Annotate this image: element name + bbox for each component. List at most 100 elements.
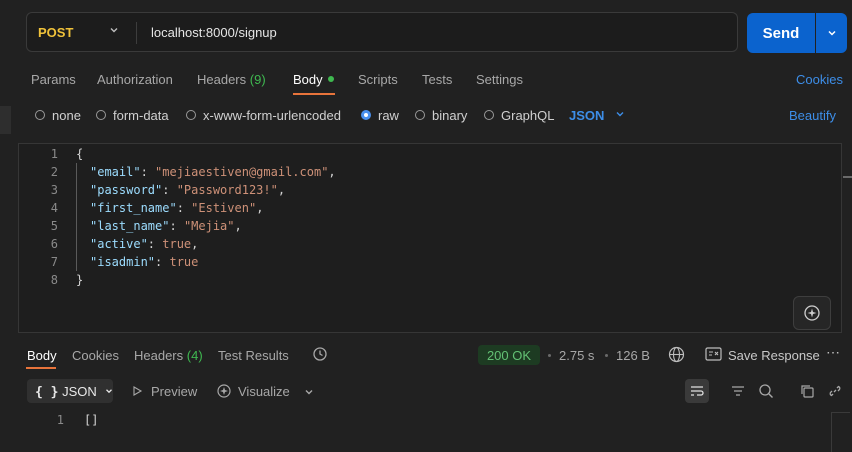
- response-time: 2.75 s: [559, 348, 595, 363]
- response-format-value: JSON: [62, 384, 97, 399]
- indent-guide: [76, 163, 77, 271]
- more-options-icon[interactable]: ⋯: [826, 344, 841, 361]
- json-key: "first_name": [90, 201, 177, 215]
- code-line: "email": "mejiaestiven@gmail.com",: [90, 165, 336, 179]
- visualize-icon[interactable]: [216, 383, 232, 402]
- braces-icon: { }: [35, 385, 59, 400]
- option-raw-label[interactable]: raw: [378, 108, 399, 123]
- search-icon[interactable]: [758, 383, 774, 402]
- tab-headers[interactable]: Headers (9): [197, 72, 266, 87]
- beautify-button[interactable]: Beautify: [789, 108, 836, 123]
- json-string: "Mejia": [183, 219, 235, 233]
- line-number: 8: [50, 273, 58, 287]
- radio-urlencoded[interactable]: [186, 110, 196, 120]
- chevron-down-icon: [106, 389, 113, 394]
- json-boolean: true: [162, 237, 192, 251]
- code-line: }: [76, 273, 83, 287]
- body-indicator-dot: [328, 76, 334, 82]
- separator-dot: [548, 354, 551, 357]
- chevron-down-icon[interactable]: [108, 24, 120, 39]
- tab-body[interactable]: Body: [293, 72, 323, 87]
- chevron-down-icon[interactable]: [614, 108, 626, 123]
- response-size: 126 B: [616, 348, 650, 363]
- json-key: "last_name": [90, 219, 170, 233]
- option-form-data-label[interactable]: form-data: [113, 108, 169, 123]
- response-format-label: { } JSON: [35, 384, 114, 400]
- save-response-button[interactable]: Save Response: [728, 348, 820, 363]
- response-tab-body[interactable]: Body: [27, 348, 57, 363]
- json-boolean: true: [169, 255, 199, 269]
- tab-authorization[interactable]: Authorization: [97, 72, 173, 87]
- link-icon[interactable]: [827, 383, 843, 402]
- tab-tests[interactable]: Tests: [422, 72, 452, 87]
- ai-assist-button[interactable]: [793, 296, 831, 330]
- sparkle-icon: [804, 305, 820, 321]
- radio-binary[interactable]: [415, 110, 425, 120]
- json-string: "Estiven": [191, 201, 257, 215]
- send-options-button[interactable]: [816, 13, 847, 53]
- active-tab-underline: [26, 367, 56, 369]
- response-content: []: [84, 413, 99, 427]
- line-number: 1: [50, 147, 58, 161]
- line-number: 7: [50, 255, 58, 269]
- line-number: 3: [50, 183, 58, 197]
- response-tab-cookies[interactable]: Cookies: [72, 348, 119, 363]
- globe-icon[interactable]: [668, 346, 685, 366]
- tab-headers-label: Headers: [197, 72, 247, 87]
- line-number: 6: [50, 237, 58, 251]
- visualize-button[interactable]: Visualize: [238, 384, 290, 399]
- headers-count: (9): [249, 72, 266, 87]
- code-line: "isadmin": true: [90, 255, 199, 269]
- line-number: 1: [56, 413, 64, 427]
- radio-raw[interactable]: [361, 110, 371, 120]
- radio-graphql[interactable]: [484, 110, 494, 120]
- separator-dot: [605, 354, 608, 357]
- scroll-marker: [843, 176, 852, 178]
- code-line: "first_name": "Estiven",: [90, 201, 264, 215]
- wrap-icon: [691, 386, 704, 396]
- json-key: "isadmin": [90, 255, 156, 269]
- tab-params[interactable]: Params: [31, 72, 76, 87]
- url-input[interactable]: localhost:8000/signup: [151, 25, 277, 40]
- option-graphql-label[interactable]: GraphQL: [501, 108, 554, 123]
- option-urlencoded-label[interactable]: x-www-form-urlencoded: [203, 108, 341, 123]
- json-key: "password": [90, 183, 163, 197]
- status-badge: 200 OK: [478, 345, 540, 365]
- json-key: "email": [90, 165, 141, 179]
- code-line: "password": "Password123!",: [90, 183, 286, 197]
- scrollbar-track[interactable]: [831, 412, 850, 452]
- save-icon[interactable]: [705, 347, 722, 364]
- json-string: "Password123!": [176, 183, 278, 197]
- send-button[interactable]: Send: [747, 13, 815, 53]
- chevron-down-icon[interactable]: [303, 386, 315, 401]
- response-headers-count: (4): [186, 348, 203, 363]
- divider: [136, 22, 137, 44]
- code-line: {: [76, 147, 83, 161]
- active-tab-underline: [293, 93, 335, 95]
- tab-settings[interactable]: Settings: [476, 72, 523, 87]
- format-select[interactable]: JSON: [569, 108, 604, 123]
- tab-scripts[interactable]: Scripts: [358, 72, 398, 87]
- code-line: "last_name": "Mejia",: [90, 219, 242, 233]
- play-icon[interactable]: [131, 385, 143, 400]
- line-number: 4: [50, 201, 58, 215]
- option-binary-label[interactable]: binary: [432, 108, 467, 123]
- url-bar[interactable]: [26, 12, 738, 52]
- radio-form-data[interactable]: [96, 110, 106, 120]
- radio-none[interactable]: [35, 110, 45, 120]
- option-none-label[interactable]: none: [52, 108, 81, 123]
- json-string: "mejiaestiven@gmail.com": [155, 165, 329, 179]
- response-tab-test-results[interactable]: Test Results: [218, 348, 289, 363]
- line-number: 5: [50, 219, 58, 233]
- filter-icon[interactable]: [730, 383, 746, 402]
- code-line: "active": true,: [90, 237, 199, 251]
- json-key: "active": [90, 237, 148, 251]
- preview-button[interactable]: Preview: [151, 384, 197, 399]
- history-icon[interactable]: [312, 346, 328, 365]
- line-number: 2: [50, 165, 58, 179]
- cookies-link[interactable]: Cookies: [796, 72, 843, 87]
- method-select[interactable]: POST: [38, 25, 73, 40]
- copy-icon[interactable]: [799, 383, 815, 402]
- wrap-lines-button[interactable]: [685, 379, 709, 403]
- response-tab-headers[interactable]: Headers (4): [134, 348, 203, 363]
